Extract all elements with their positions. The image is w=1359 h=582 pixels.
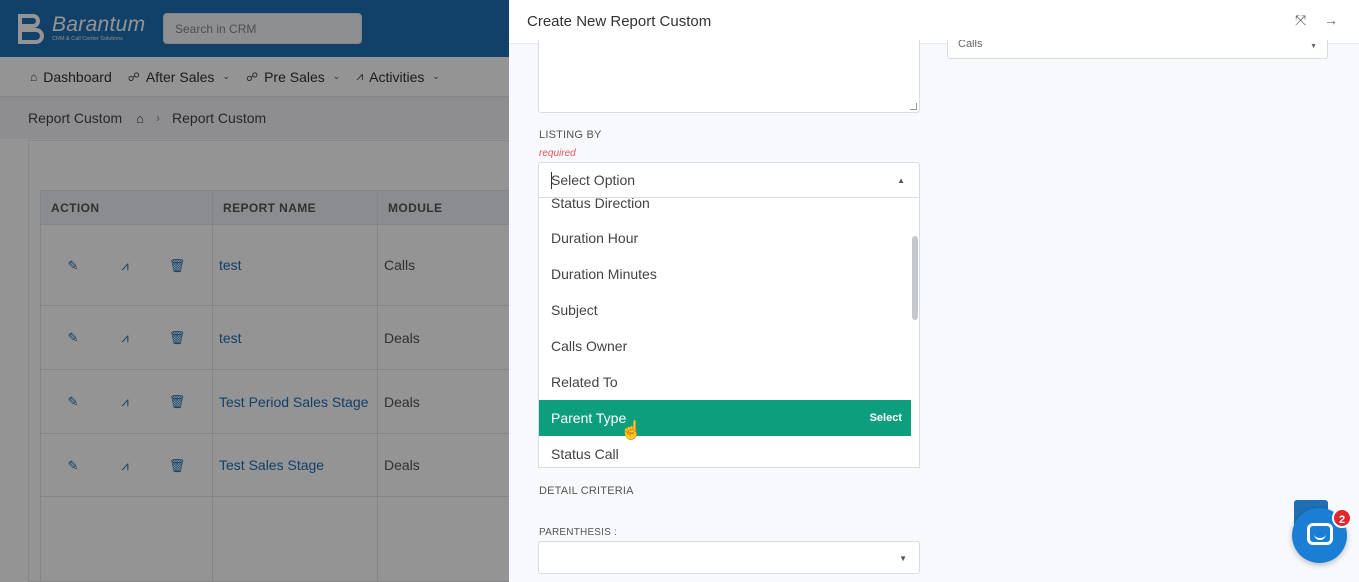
chevron-down-icon: ▼ <box>1310 43 1317 50</box>
option-status-call[interactable]: Status Call <box>539 436 913 467</box>
module-select-value: Calls <box>958 40 983 50</box>
drawer-title: Create New Report Custom <box>527 13 712 30</box>
close-drawer-arrow-icon[interactable]: → <box>1324 12 1338 28</box>
chat-notification-badge: 2 <box>1332 508 1352 528</box>
resize-grip-icon[interactable] <box>910 103 917 110</box>
option-related-to[interactable]: Related To <box>539 364 913 400</box>
scroll-thumb[interactable] <box>912 236 918 320</box>
option-status-direction[interactable]: Status Direction <box>539 198 913 221</box>
create-report-drawer: Create New Report Custom ⤧ → Calls ▼ LIS… <box>509 0 1359 582</box>
required-hint: required <box>539 148 576 159</box>
parenthesis-label: PARENTHESIS : <box>539 527 617 538</box>
select-hint: Select <box>869 412 902 424</box>
module-select[interactable]: Calls ▼ <box>947 40 1328 59</box>
detail-criteria-label: DETAIL CRITERIA <box>539 485 634 497</box>
option-duration-hour[interactable]: Duration Hour <box>539 220 913 256</box>
modal-backdrop[interactable] <box>0 0 509 582</box>
option-parent-type[interactable]: Parent Type Select <box>539 400 913 436</box>
listing-by-label: LISTING BY <box>539 129 602 141</box>
description-textarea[interactable] <box>538 40 920 113</box>
listing-by-placeholder: Select Option <box>551 172 636 188</box>
chevron-down-icon: ▼ <box>899 554 907 563</box>
chevron-up-icon: ▲ <box>897 176 905 185</box>
listing-by-options: Status Direction Duration Hour Duration … <box>538 198 920 468</box>
hand-cursor-icon: ☝ <box>620 420 643 440</box>
option-label: Parent Type <box>551 410 627 426</box>
option-duration-minutes[interactable]: Duration Minutes <box>539 256 913 292</box>
option-calls-owner[interactable]: Calls Owner <box>539 328 913 364</box>
drawer-header: Create New Report Custom ⤧ → <box>509 0 1359 44</box>
expand-icon[interactable]: ⤧ <box>1295 12 1306 29</box>
text-caret <box>551 172 552 189</box>
option-subject[interactable]: Subject <box>539 292 913 328</box>
dropdown-scrollbar[interactable] <box>911 198 919 467</box>
parenthesis-select[interactable]: ▼ <box>538 541 920 574</box>
listing-by-select[interactable]: Select Option ▲ <box>538 162 920 198</box>
chat-icon <box>1307 523 1333 545</box>
